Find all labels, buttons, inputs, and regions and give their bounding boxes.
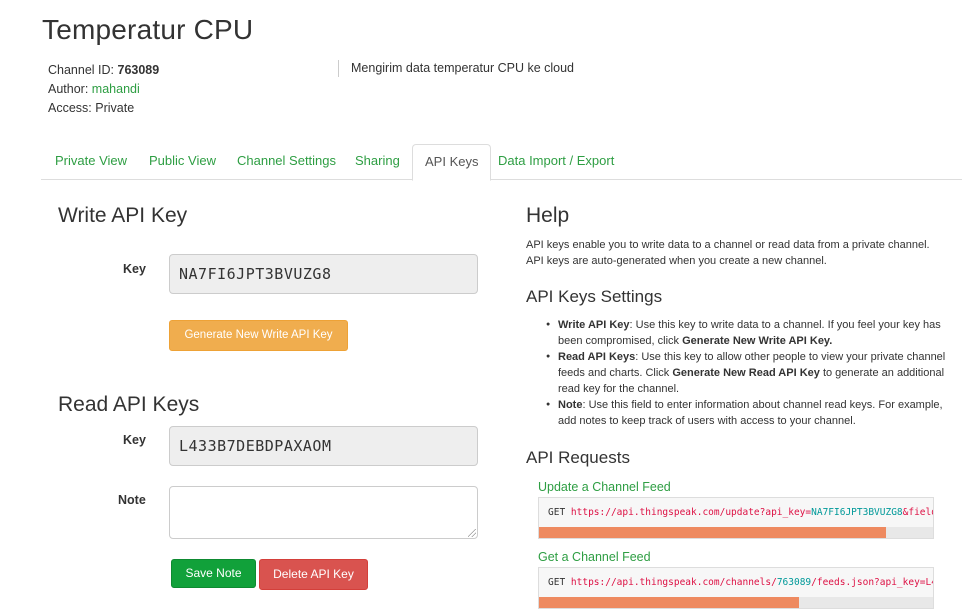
description-divider	[338, 60, 339, 77]
help-intro-line-2: API keys are auto-generated when you cre…	[526, 255, 827, 267]
author-row: Author: mahandi	[48, 80, 159, 99]
request-url-tail: /feeds.json?api_key=L433B7DEBDPAXAOM&res…	[811, 577, 934, 588]
channel-id-label: Channel ID:	[48, 63, 115, 77]
bullet-term: Note	[558, 399, 583, 411]
bullet-text: : Use this field to enter information ab…	[558, 399, 943, 427]
get-feed-code[interactable]: GET https://api.thingspeak.com/channels/…	[538, 567, 934, 609]
resize-handle-icon[interactable]	[468, 529, 476, 537]
horizontal-scrollbar[interactable]	[539, 597, 933, 608]
bullet-strong: Generate New Write API Key.	[682, 335, 833, 347]
save-note-button[interactable]: Save Note	[171, 559, 256, 588]
author-label: Author:	[48, 82, 89, 96]
list-item: Note: Use this field to enter informatio…	[546, 397, 946, 429]
request-channel: 763089	[776, 577, 812, 588]
update-feed-code[interactable]: GET https://api.thingspeak.com/update?ap…	[538, 497, 934, 539]
request-tail: &field1=0	[902, 507, 933, 518]
write-api-key-heading: Write API Key	[58, 204, 188, 227]
api-requests-heading: API Requests	[526, 448, 630, 467]
read-key-label: Key	[123, 433, 146, 447]
generate-write-key-button[interactable]: Generate New Write API Key	[169, 320, 348, 351]
write-key-label: Key	[123, 262, 146, 276]
help-intro: API keys enable you to write data to a c…	[526, 237, 956, 269]
list-item: Write API Key: Use this key to write dat…	[546, 317, 946, 349]
tab-private-view[interactable]: Private View	[43, 144, 139, 180]
update-feed-request: GET https://api.thingspeak.com/update?ap…	[548, 507, 933, 518]
tab-sharing[interactable]: Sharing	[343, 144, 412, 180]
read-api-key-field[interactable]: L433B7DEBDPAXAOM	[169, 426, 478, 466]
tab-data-import-export[interactable]: Data Import / Export	[486, 144, 626, 180]
bullet-term: Read API Keys	[558, 351, 636, 363]
bullet-strong: Generate New Read API Key	[672, 367, 820, 379]
read-api-keys-heading: Read API Keys	[58, 393, 200, 416]
request-url: https://api.thingspeak.com/channels/	[570, 577, 777, 588]
note-textarea[interactable]	[169, 486, 478, 539]
horizontal-scrollbar[interactable]	[539, 527, 933, 538]
get-channel-feed-link[interactable]: Get a Channel Feed	[538, 550, 651, 564]
api-keys-settings-list: Write API Key: Use this key to write dat…	[546, 317, 946, 429]
api-keys-settings-heading: API Keys Settings	[526, 287, 663, 306]
help-heading: Help	[526, 204, 570, 227]
scrollbar-thumb[interactable]	[539, 597, 800, 608]
bullet-term: Write API Key	[558, 319, 630, 331]
tab-channel-settings[interactable]: Channel Settings	[225, 144, 348, 180]
access-row: Access: Private	[48, 99, 159, 118]
get-feed-request: GET https://api.thingspeak.com/channels/…	[548, 577, 934, 588]
http-method: GET	[548, 577, 566, 588]
help-intro-line-1: API keys enable you to write data to a c…	[526, 239, 930, 251]
http-method: GET	[548, 507, 566, 518]
channel-id-row: Channel ID: 763089	[48, 61, 159, 80]
access-value: Private	[95, 101, 135, 115]
request-key: NA7FI6JPT3BVUZG8	[811, 507, 903, 518]
channel-title: Temperatur CPU	[42, 14, 254, 45]
channel-id-value: 763089	[117, 63, 160, 77]
tab-api-keys[interactable]: API Keys	[412, 144, 492, 181]
note-label: Note	[118, 493, 146, 507]
tab-public-view[interactable]: Public View	[137, 144, 228, 180]
channel-description: Mengirim data temperatur CPU ke cloud	[351, 61, 575, 75]
write-api-key-field[interactable]: NA7FI6JPT3BVUZG8	[169, 254, 478, 294]
scrollbar-thumb[interactable]	[539, 527, 886, 538]
request-url: https://api.thingspeak.com/update?api_ke…	[570, 507, 812, 518]
delete-api-key-button[interactable]: Delete API Key	[259, 559, 368, 590]
channel-meta: Channel ID: 763089 Author: mahandi Acces…	[48, 61, 159, 118]
access-label: Access:	[48, 101, 92, 115]
author-link[interactable]: mahandi	[92, 82, 140, 96]
update-channel-feed-link[interactable]: Update a Channel Feed	[538, 480, 671, 494]
channel-tabs: Private View Public View Channel Setting…	[41, 144, 962, 181]
list-item: Read API Keys: Use this key to allow oth…	[546, 349, 946, 397]
